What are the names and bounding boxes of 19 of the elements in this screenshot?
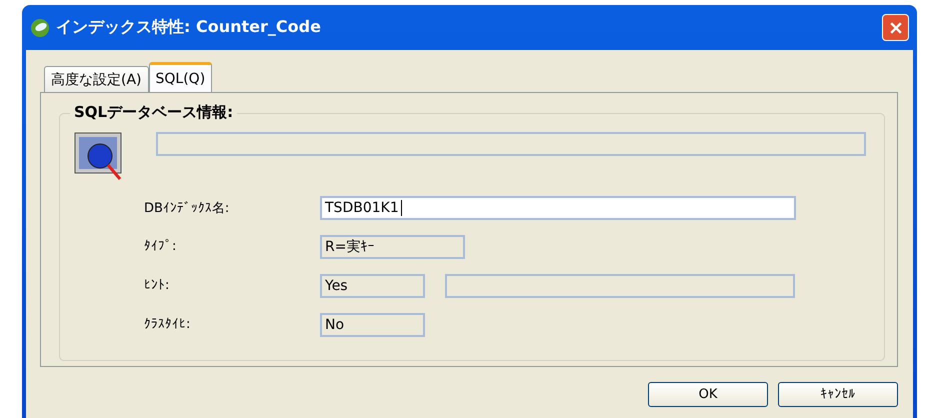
input-field[interactable]: Yes xyxy=(320,274,425,298)
field-label: ｸﾗｽﾀｲﾋ: xyxy=(143,317,192,332)
dialog-button[interactable]: OK xyxy=(648,382,768,407)
input-field[interactable]: No xyxy=(320,312,425,336)
tab[interactable]: 高度な設定(A) xyxy=(44,66,149,92)
app-icon xyxy=(30,18,50,38)
field-label: DBｲﾝﾃﾞｯｸｽ名: xyxy=(143,200,230,216)
input-field[interactable]: R=実ｷｰ xyxy=(320,234,465,258)
input-field[interactable]: TSDB01K1 xyxy=(320,196,796,220)
close-button[interactable] xyxy=(882,14,909,41)
dialog-button[interactable]: ｷｬﾝｾﾙ xyxy=(778,382,898,407)
field-label: ﾀｲﾌﾟ: xyxy=(143,239,178,254)
field-label: ﾋﾝﾄ: xyxy=(143,278,170,293)
tab[interactable]: SQL(Q) xyxy=(148,62,212,92)
description-field[interactable] xyxy=(156,132,866,156)
group-title: SQLデータベース情報: xyxy=(70,103,238,122)
close-icon xyxy=(888,20,904,36)
input-field[interactable] xyxy=(445,274,795,298)
window-title: インデックス特性: Counter_Code xyxy=(56,17,322,38)
